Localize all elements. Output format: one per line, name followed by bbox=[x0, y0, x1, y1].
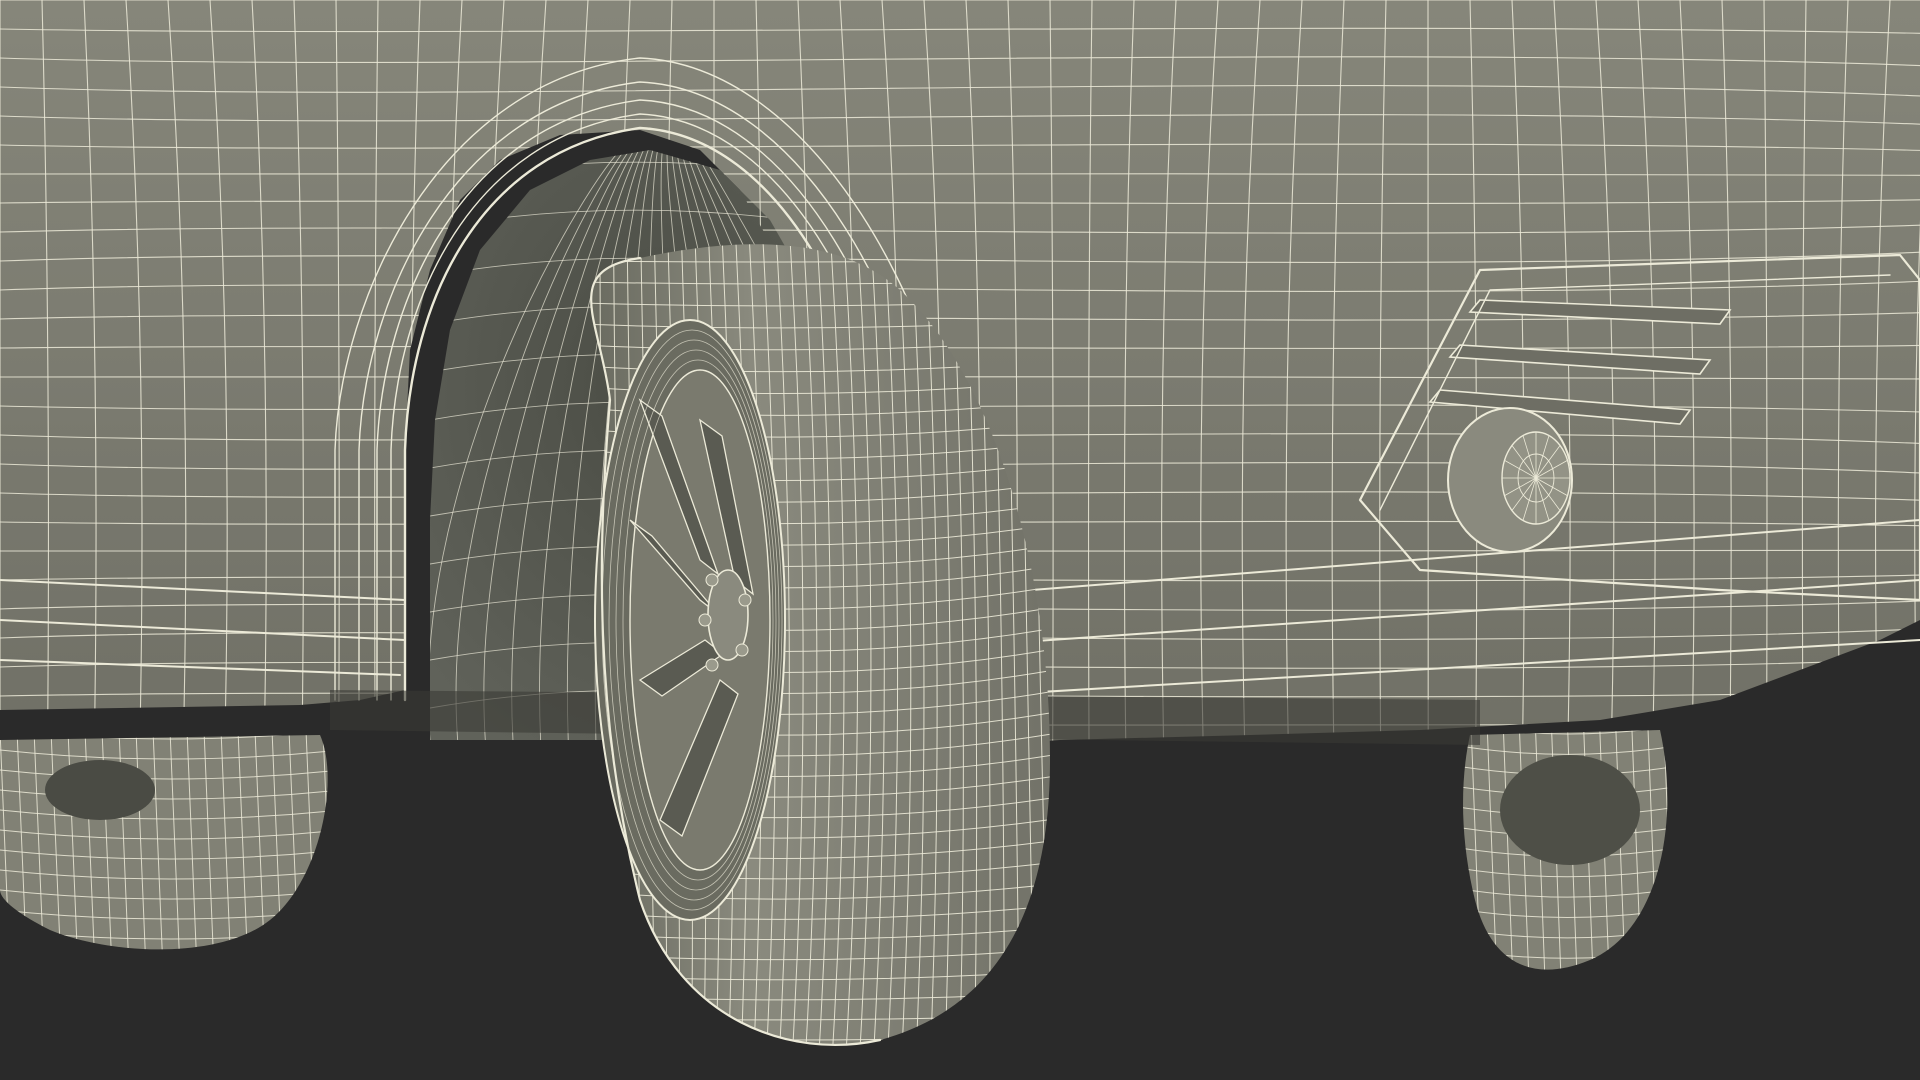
fog-lamp bbox=[1447, 407, 1573, 553]
car-wireframe-render bbox=[0, 0, 1920, 1080]
right-tire-hub-shadow bbox=[1500, 755, 1640, 865]
render-viewport bbox=[0, 0, 1920, 1080]
wheel-rim bbox=[594, 319, 786, 921]
left-tire-hub-shadow bbox=[45, 760, 155, 820]
